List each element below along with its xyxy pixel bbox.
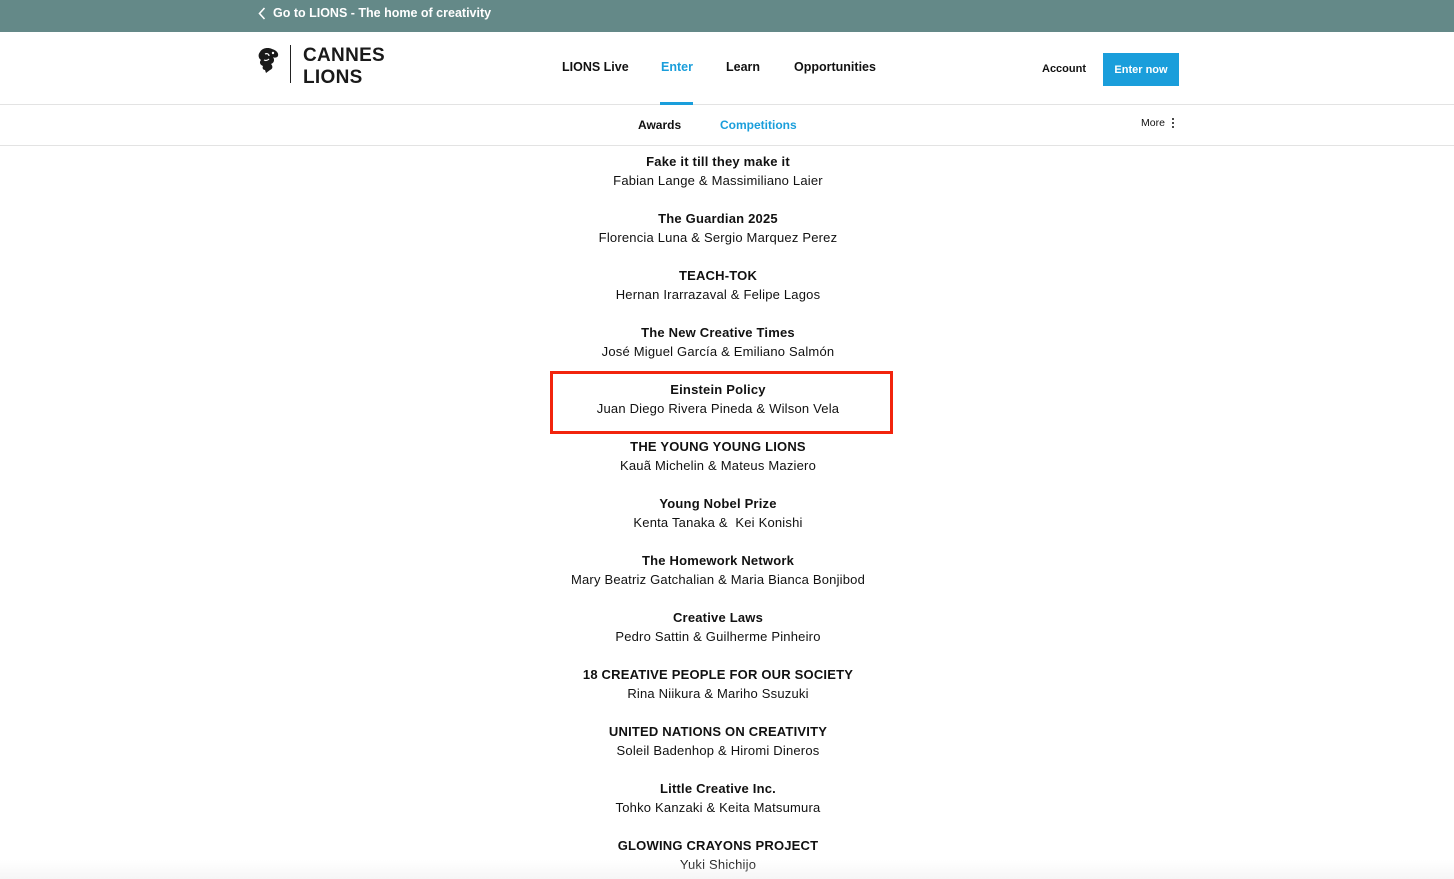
nav-item-opportunities[interactable]: Opportunities <box>794 60 876 74</box>
nav-item-lions-live[interactable]: LIONS Live <box>562 60 629 74</box>
entry-names: Hernan Irarrazaval & Felipe Lagos <box>615 287 821 302</box>
entry-names: Yuki Shichijo <box>679 857 757 872</box>
entry-names: Mary Beatriz Gatchalian & Maria Bianca B… <box>570 572 866 587</box>
list-item: Creative Laws Pedro Sattin & Guilherme P… <box>0 608 1436 665</box>
entry-names: Pedro Sattin & Guilherme Pinheiro <box>615 629 821 644</box>
subnav-item-awards[interactable]: Awards <box>638 118 681 132</box>
entry-names: Fabian Lange & Massimiliano Laier <box>613 173 823 188</box>
entry-names: Tohko Kanzaki & Keita Matsumura <box>615 800 821 815</box>
list-item: UNITED NATIONS ON CREATIVITY Soleil Bade… <box>0 722 1436 779</box>
entry-title: UNITED NATIONS ON CREATIVITY <box>608 724 828 739</box>
logo-divider <box>290 45 291 83</box>
entry-names: Kauã Michelin & Mateus Maziero <box>619 458 817 473</box>
list-item: Fake it till they make it Fabian Lange &… <box>0 152 1436 209</box>
vertical-dots-icon <box>1171 118 1174 128</box>
list-item: Little Creative Inc. Tohko Kanzaki & Kei… <box>0 779 1436 836</box>
back-link-label: Go to LIONS - The home of creativity <box>273 6 492 20</box>
logo-line-2: LIONS <box>303 67 363 88</box>
entry-title: The Homework Network <box>641 553 795 568</box>
lion-icon <box>256 46 282 76</box>
list-item: THE YOUNG YOUNG LIONS Kauã Michelin & Ma… <box>0 437 1436 494</box>
logo-wordmark: CANNES LIONS <box>303 45 385 89</box>
entry-title: Little Creative Inc. <box>660 781 776 796</box>
entry-title: GLOWING CRAYONS PROJECT <box>617 838 819 853</box>
entry-title: 18 CREATIVE PEOPLE FOR OUR SOCIETY <box>582 667 854 682</box>
entry-title: The Guardian 2025 <box>658 211 778 226</box>
list-item: The Guardian 2025 Florencia Luna & Sergi… <box>0 209 1436 266</box>
list-item: GLOWING CRAYONS PROJECT Yuki Shichijo <box>0 836 1436 879</box>
entry-names: Juan Diego Rivera Pineda & Wilson Vela <box>596 401 840 416</box>
entry-title: Fake it till they make it <box>646 154 790 169</box>
entry-names: Rina Niikura & Mariho Ssuzuki <box>627 686 809 701</box>
entry-names: José Miguel García & Emiliano Salmón <box>601 344 835 359</box>
nav-item-enter[interactable]: Enter <box>661 60 693 74</box>
list-item: Young Nobel Prize Kenta Tanaka & Kei Kon… <box>0 494 1436 551</box>
nav-item-learn[interactable]: Learn <box>726 60 760 74</box>
chevron-left-icon <box>258 6 266 20</box>
entry-names: Kenta Tanaka & Kei Konishi <box>633 515 803 530</box>
entry-title: Creative Laws <box>672 610 764 625</box>
entry-names: Soleil Badenhop & Hiromi Dineros <box>616 743 820 758</box>
entries-list: Fake it till they make it Fabian Lange &… <box>0 152 1436 879</box>
entry-title: The New Creative Times <box>641 325 795 340</box>
enter-now-button[interactable]: Enter now <box>1103 53 1179 86</box>
subnav-item-competitions[interactable]: Competitions <box>720 118 797 132</box>
entry-title: THE YOUNG YOUNG LIONS <box>630 439 806 454</box>
cannes-lions-logo[interactable]: CANNES LIONS <box>256 45 385 89</box>
list-item: The Homework Network Mary Beatriz Gatcha… <box>0 551 1436 608</box>
main-header: CANNES LIONS LIONS Live Enter Learn Oppo… <box>0 32 1454 105</box>
top-banner: Go to LIONS - The home of creativity <box>0 0 1454 32</box>
list-item: TEACH-TOK Hernan Irarrazaval & Felipe La… <box>0 266 1436 323</box>
list-item: 18 CREATIVE PEOPLE FOR OUR SOCIETY Rina … <box>0 665 1436 722</box>
entry-title: Einstein Policy <box>670 382 766 397</box>
account-link[interactable]: Account <box>1042 63 1086 75</box>
entry-names: Florencia Luna & Sergio Marquez Perez <box>598 230 838 245</box>
sub-nav: Awards Competitions More <box>0 105 1454 146</box>
more-menu-button[interactable]: More <box>1141 117 1174 129</box>
entry-title: TEACH-TOK <box>678 268 758 283</box>
logo-line-1: CANNES <box>303 45 386 66</box>
back-to-lions-link[interactable]: Go to LIONS - The home of creativity <box>258 6 491 20</box>
list-item-highlighted: Einstein Policy Juan Diego Rivera Pineda… <box>0 380 1436 437</box>
list-item: The New Creative Times José Miguel Garcí… <box>0 323 1436 380</box>
more-label: More <box>1141 117 1165 129</box>
entry-title: Young Nobel Prize <box>659 496 777 511</box>
